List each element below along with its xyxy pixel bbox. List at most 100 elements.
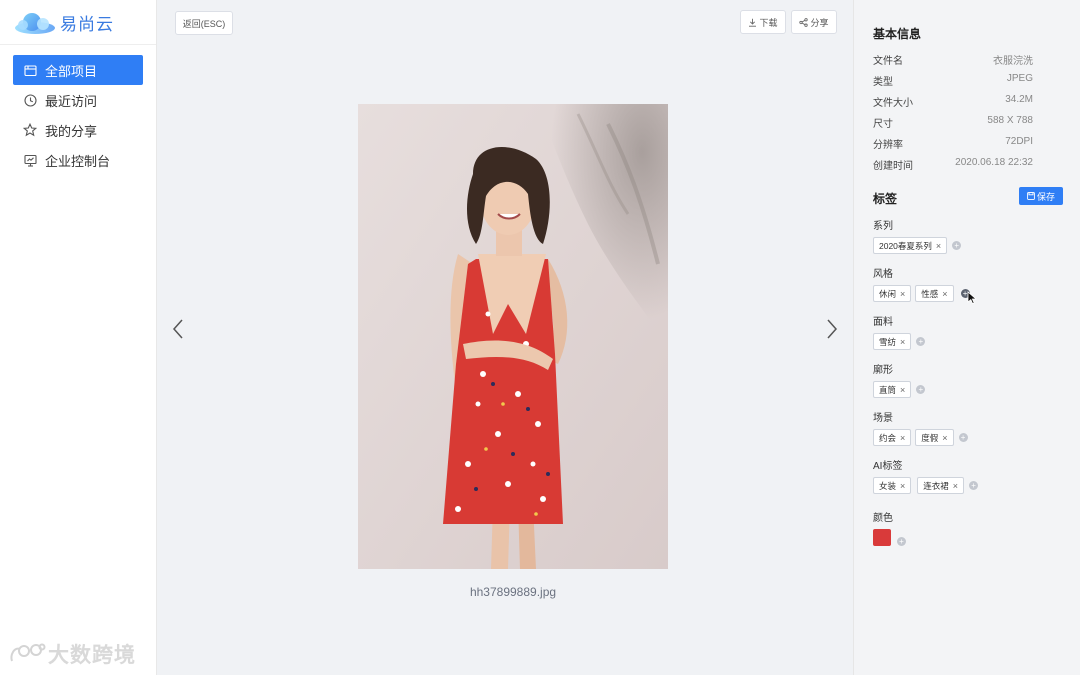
- remove-tag-close-icon[interactable]: ×: [936, 241, 941, 251]
- tag-chip: 休闲 ×: [873, 285, 912, 302]
- remove-tag-close-icon[interactable]: ×: [900, 433, 905, 443]
- monitor-icon: [23, 153, 37, 167]
- save-icon: [1027, 192, 1035, 200]
- info-row-dimensions: 尺寸 588 X 788: [873, 115, 1033, 130]
- remove-tag-close-icon[interactable]: ×: [953, 481, 958, 491]
- tag-label: 直筒: [879, 384, 897, 395]
- sidebar-nav: 全部项目 最近访问 我的分享 企业控制台: [0, 45, 156, 175]
- sidebar-item-label: 我的分享: [45, 123, 98, 139]
- watermark-logo-icon: [10, 643, 46, 662]
- sidebar-item-my-shares[interactable]: 我的分享: [13, 115, 143, 145]
- tag-group-label-series: 系列: [873, 221, 893, 232]
- info-row-size: 文件大小 34.2M: [873, 94, 1033, 109]
- remove-tag-close-icon[interactable]: ×: [900, 337, 905, 347]
- tag-group-label-ai: AI标签: [873, 461, 903, 472]
- sidebar-item-console[interactable]: 企业控制台: [13, 145, 143, 175]
- tag-group-scene: 约会 × 度假 × +: [873, 429, 968, 446]
- next-image-chevron-right-icon[interactable]: [823, 318, 839, 340]
- tag-chip: 约会 ×: [873, 429, 912, 446]
- info-row-resolution: 分辨率 72DPI: [873, 136, 1033, 151]
- add-tag-plus-icon[interactable]: +: [916, 337, 926, 346]
- info-value: 衣服浣洗: [993, 56, 1033, 67]
- download-button-label: 下载: [759, 17, 778, 28]
- remove-tag-close-icon[interactable]: ×: [942, 289, 947, 299]
- folder-icon: [23, 63, 37, 77]
- info-label: 类型: [873, 77, 893, 88]
- add-tag-plus-icon[interactable]: +: [916, 385, 926, 394]
- info-panel: 基本信息 文件名 衣服浣洗 类型 JPEG 文件大小 34.2M 尺寸 588 …: [853, 0, 1080, 675]
- remove-tag-close-icon[interactable]: ×: [900, 481, 905, 491]
- info-row-type: 类型 JPEG: [873, 73, 1033, 88]
- share-button[interactable]: 分享: [791, 10, 837, 34]
- tag-chip: 度假 ×: [915, 429, 954, 446]
- star-icon: [23, 123, 37, 137]
- color-add-row: +: [896, 533, 906, 550]
- tag-label: 休闲: [879, 288, 897, 299]
- previous-image-chevron-left-icon[interactable]: [171, 318, 187, 340]
- tag-label: 约会: [879, 432, 897, 443]
- share-icon: [799, 17, 809, 27]
- tag-group-label-fabric: 面料: [873, 317, 893, 328]
- info-label: 创建时间: [873, 161, 913, 172]
- info-value: 34.2M: [1005, 94, 1033, 105]
- app-name: 易尚云: [60, 14, 114, 34]
- add-tag-plus-icon[interactable]: +: [969, 481, 979, 490]
- info-label: 尺寸: [873, 119, 893, 130]
- color-swatch[interactable]: [873, 529, 891, 546]
- download-button[interactable]: 下载: [740, 10, 786, 34]
- tag-group-style: 休闲 × 性感 × +: [873, 285, 970, 302]
- tag-group-label-scene: 场景: [873, 413, 893, 424]
- tag-label: 度假: [921, 432, 939, 443]
- tags-title: 标签: [873, 192, 898, 206]
- info-label: 文件名: [873, 56, 903, 67]
- logo[interactable]: 易尚云: [0, 0, 156, 45]
- sidebar-item-label: 最近访问: [45, 93, 98, 109]
- add-color-plus-icon[interactable]: +: [897, 537, 906, 546]
- tag-chip: 女装 ×: [873, 477, 912, 494]
- color-label: 颜色: [873, 513, 893, 524]
- tag-chip: 雪纺 ×: [873, 333, 912, 350]
- watermark: 大数跨境: [8, 639, 136, 669]
- tag-group-silhouette: 直筒 × +: [873, 381, 926, 398]
- info-label: 文件大小: [873, 98, 913, 109]
- sidebar-item-label: 企业控制台: [45, 153, 111, 169]
- watermark-text: 大数跨境: [48, 644, 136, 667]
- info-value: 72DPI: [1005, 136, 1033, 147]
- tag-group-ai: 女装 × 连衣裙 × +: [873, 477, 979, 494]
- tag-chip: 性感 ×: [915, 285, 954, 302]
- remove-tag-close-icon[interactable]: ×: [900, 385, 905, 395]
- tag-group-series: 2020春夏系列 × +: [873, 237, 962, 254]
- sidebar-item-recent[interactable]: 最近访问: [13, 85, 143, 115]
- info-row-created: 创建时间 2020.06.18 22:32: [873, 157, 1033, 172]
- add-tag-plus-icon[interactable]: +: [952, 241, 962, 250]
- info-label: 分辨率: [873, 140, 903, 151]
- sidebar-item-all-projects[interactable]: 全部项目: [13, 55, 143, 85]
- tag-label: 性感: [921, 288, 939, 299]
- add-tag-plus-icon[interactable]: +: [958, 433, 968, 442]
- save-button-label: 保存: [1036, 191, 1055, 202]
- clock-icon: [23, 93, 37, 107]
- tag-group-fabric: 雪纺 × +: [873, 333, 926, 350]
- mouse-cursor-icon: [967, 291, 978, 310]
- save-tags-button[interactable]: 保存: [1019, 187, 1063, 205]
- info-value: 588 X 788: [987, 115, 1033, 126]
- download-icon: [749, 18, 757, 27]
- tag-chip: 连衣裙 ×: [917, 477, 965, 494]
- tag-label: 连衣裙: [923, 480, 949, 491]
- tag-label: 女装: [879, 480, 897, 491]
- basic-info-title: 基本信息: [873, 27, 922, 41]
- preview-image: [358, 104, 668, 569]
- info-row-filename: 文件名 衣服浣洗: [873, 52, 1033, 67]
- back-button[interactable]: 返回(ESC): [175, 11, 233, 35]
- image-viewer: 返回(ESC) 下载 分享 hh37899889.jpg: [157, 0, 853, 675]
- tag-label: 2020春夏系列: [879, 240, 932, 251]
- tag-group-label-silhouette: 廓形: [873, 365, 893, 376]
- share-button-label: 分享: [810, 17, 829, 28]
- tag-chip: 2020春夏系列 ×: [873, 237, 948, 254]
- tag-label: 雪纺: [879, 336, 897, 347]
- tag-group-label-style: 风格: [873, 269, 893, 280]
- sidebar-item-label: 全部项目: [45, 63, 98, 79]
- remove-tag-close-icon[interactable]: ×: [900, 289, 905, 299]
- back-button-label: 返回(ESC): [182, 18, 226, 29]
- remove-tag-close-icon[interactable]: ×: [942, 433, 947, 443]
